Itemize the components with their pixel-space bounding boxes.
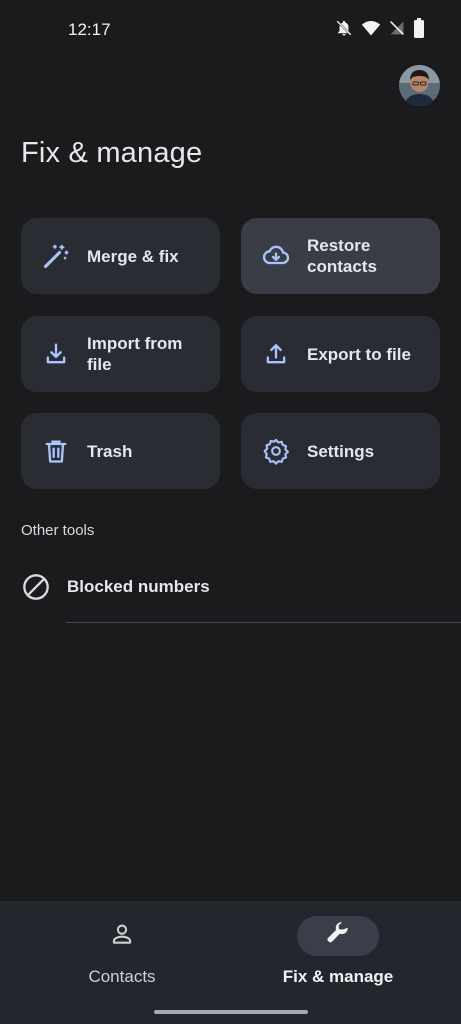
- gear-icon: [261, 436, 291, 466]
- export-to-file-label: Export to file: [307, 344, 411, 364]
- merge-fix-button[interactable]: Merge & fix: [21, 218, 220, 294]
- blocked-numbers-label: Blocked numbers: [67, 577, 210, 596]
- nav-contacts-indicator: [81, 916, 163, 956]
- trash-icon: [41, 436, 71, 466]
- home-indicator[interactable]: [154, 1010, 308, 1014]
- nav-fix-manage-label: Fix & manage: [282, 967, 394, 986]
- other-tools-header: Other tools: [21, 522, 95, 539]
- nav-contacts-label: Contacts: [88, 967, 156, 986]
- settings-button[interactable]: Settings: [241, 413, 440, 489]
- person-icon: [109, 921, 135, 952]
- divider: [66, 622, 461, 623]
- status-icons: [335, 18, 425, 38]
- account-avatar[interactable]: [399, 65, 440, 106]
- page-title: Fix & manage: [21, 137, 203, 169]
- nav-fix-manage-indicator: [297, 916, 379, 956]
- bottom-navigation: Contacts Fix & manage: [0, 901, 461, 1024]
- import-from-file-label: Import from file: [87, 334, 183, 374]
- status-bar: 12:17: [0, 0, 461, 58]
- upload-icon: [261, 339, 291, 369]
- block-icon: [22, 573, 50, 601]
- trash-button[interactable]: Trash: [21, 413, 220, 489]
- import-from-file-button[interactable]: Import from file: [21, 316, 220, 392]
- restore-contacts-label: Restore contacts: [307, 236, 377, 276]
- merge-fix-label: Merge & fix: [87, 246, 179, 266]
- trash-label: Trash: [87, 441, 133, 461]
- no-signal-icon: [389, 19, 405, 37]
- battery-icon: [413, 18, 425, 38]
- blocked-numbers-item[interactable]: Blocked numbers: [0, 558, 461, 616]
- nav-fix-manage[interactable]: Fix & manage: [223, 901, 453, 1001]
- status-time: 12:17: [68, 20, 111, 39]
- wifi-icon: [361, 19, 381, 37]
- nav-contacts[interactable]: Contacts: [7, 901, 237, 1001]
- wrench-icon: [325, 921, 351, 952]
- export-to-file-button[interactable]: Export to file: [241, 316, 440, 392]
- bell-off-icon: [335, 19, 353, 37]
- cloud-download-icon: [261, 241, 291, 271]
- magic-wand-icon: [41, 241, 71, 271]
- restore-contacts-button[interactable]: Restore contacts: [241, 218, 440, 294]
- download-icon: [41, 339, 71, 369]
- settings-label: Settings: [307, 441, 375, 461]
